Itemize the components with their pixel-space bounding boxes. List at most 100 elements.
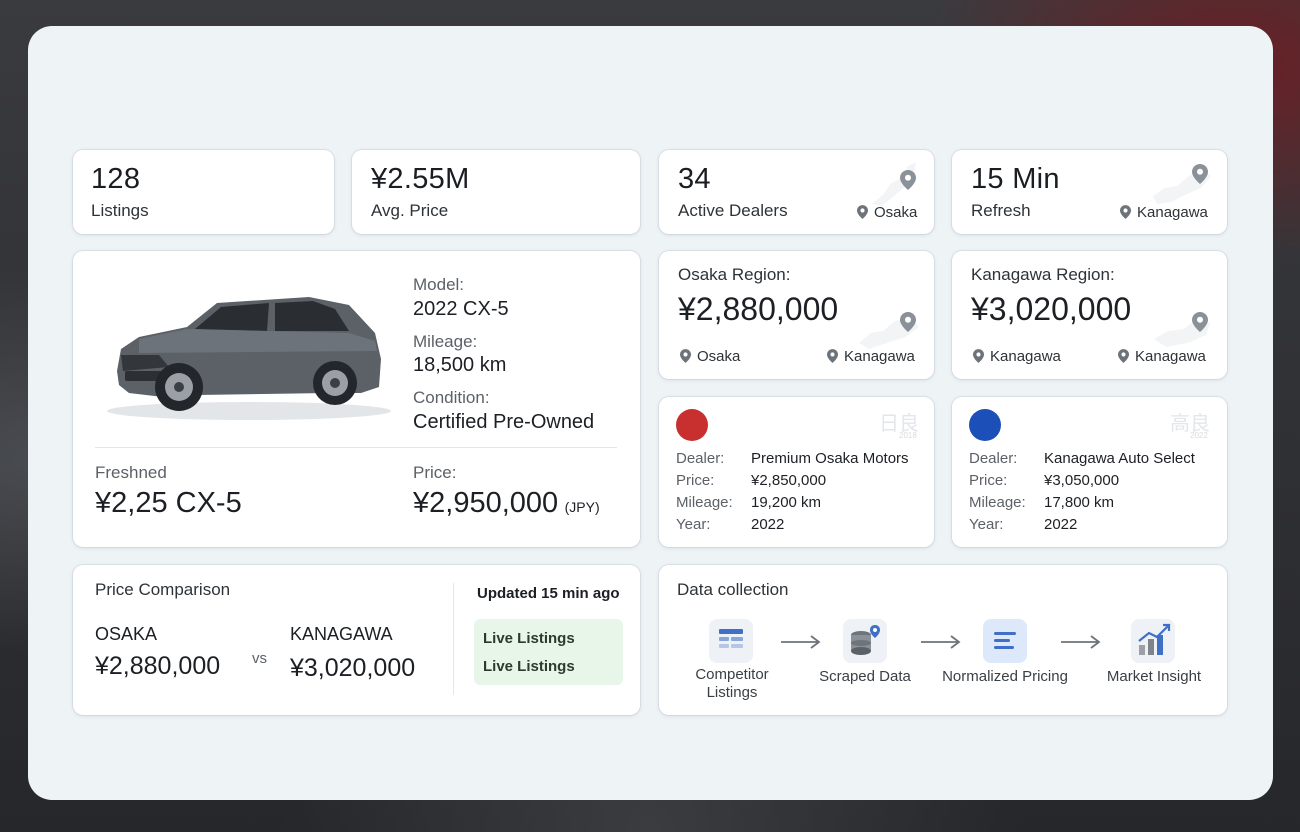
dealer-watermark-year: 2022 [1190, 431, 1208, 440]
region-title: Kanagawa Region: [971, 265, 1115, 284]
mileage-value: 18,500 km [413, 354, 507, 376]
map-pin-icon [1120, 205, 1131, 219]
region-price: ¥3,020,000 [971, 291, 1132, 327]
map-pin-icon [680, 349, 691, 363]
location-tag: Kanagawa [1118, 348, 1206, 365]
freshned-label: Freshned [95, 463, 167, 482]
car-image [107, 297, 391, 420]
stat-card-avg-price[interactable]: ¥2.55M Avg. Price [352, 150, 640, 234]
map-pin-icon [900, 170, 916, 190]
stat-value: ¥2.55M [371, 163, 470, 195]
data-collection-card[interactable]: Data collection Competitor Listings Scra… [659, 565, 1227, 715]
dealer-card-kanagawa[interactable]: 高良 2022 Dealer: Kanagawa Auto Select Pri… [952, 397, 1227, 547]
year-value: 2022 [1044, 516, 1078, 533]
price-amount: ¥2,950,000 [413, 487, 559, 519]
comparison-title: Price Comparison [95, 580, 231, 599]
stat-label: Active Dealers [678, 201, 788, 220]
year-label: Year: [969, 516, 1004, 533]
stat-card-listings[interactable]: 128 Listings [73, 150, 334, 234]
dealer-logo [969, 409, 1001, 441]
city-right: KANAGAWA [290, 624, 393, 644]
vs-label: vs [252, 650, 267, 667]
price-label: Price: [413, 463, 457, 482]
map-pin-icon [827, 349, 838, 363]
dealer-name: Kanagawa Auto Select [1044, 450, 1195, 467]
dealer-label: Dealer: [969, 450, 1018, 467]
stat-value: 34 [678, 163, 711, 195]
dealer-card-osaka[interactable]: 日良 2018 Dealer: Premium Osaka Motors Pri… [659, 397, 934, 547]
location-tag: Kanagawa [973, 348, 1061, 365]
map-pin-icon [857, 205, 868, 219]
location-name: Osaka [697, 348, 741, 365]
region-card-kanagawa[interactable]: Kanagawa Region: ¥3,020,000 Kanagawa Kan… [952, 251, 1227, 379]
mileage-value: 17,800 km [1044, 494, 1115, 511]
step-label: Normalized Pricing [942, 668, 1068, 685]
dealer-watermark-year: 2018 [899, 431, 917, 440]
database-icon [843, 619, 887, 663]
vertical-divider [453, 583, 454, 695]
currency-label: (JPY) [564, 499, 600, 515]
price-label: Price: [676, 472, 715, 489]
model-value: 2022 CX-5 [413, 298, 509, 320]
pipeline-step-scraped-data[interactable]: Scraped Data [817, 617, 913, 705]
year-value: 2022 [751, 516, 785, 533]
dealer-logo [676, 409, 708, 441]
arrow-right-icon [1061, 635, 1101, 649]
stat-value: 128 [91, 163, 141, 195]
listings-icon [709, 619, 753, 663]
mileage-value: 19,200 km [751, 494, 822, 511]
map-pin-icon [1192, 164, 1208, 184]
map-pin-icon [1118, 349, 1129, 363]
pipeline-step-listings[interactable]: Competitor Listings [691, 617, 773, 705]
location-tag: Kanagawa [827, 348, 915, 365]
stat-label: Listings [91, 201, 149, 220]
pipeline-step-normalized-pricing[interactable]: Normalized Pricing [935, 617, 1075, 705]
price-value: ¥3,050,000 [1044, 472, 1120, 489]
step-label: Market Insight [1106, 668, 1202, 685]
vehicle-card[interactable]: Model: 2022 CX-5 Mileage: 18,500 km Cond… [73, 251, 640, 547]
live-listings-link[interactable]: Live Listings [483, 630, 575, 647]
mileage-label: Mileage: [676, 494, 733, 511]
mileage-label: Mileage: [413, 332, 478, 351]
price-value: ¥2,950,000 (JPY) [413, 487, 600, 520]
price-value: ¥2,850,000 [751, 472, 827, 489]
location-tag: Osaka [680, 348, 740, 365]
map-pin-icon [1192, 312, 1208, 332]
growth-chart-icon [1131, 619, 1175, 663]
step-label: Scraped Data [819, 668, 911, 685]
location-tag: Kanagawa [1120, 204, 1208, 221]
region-title: Osaka Region: [678, 265, 791, 284]
region-card-osaka[interactable]: Osaka Region: ¥2,880,000 Osaka Kanagawa [659, 251, 934, 379]
region-price: ¥2,880,000 [678, 291, 839, 327]
location-name: Kanagawa [844, 348, 915, 365]
pipeline-step-market-insight[interactable]: Market Insight [1099, 617, 1209, 705]
condition-label: Condition: [413, 388, 490, 407]
freshned-value: ¥2,25 CX-5 [95, 487, 242, 519]
location-name: Kanagawa [990, 348, 1061, 365]
stat-label: Avg. Price [371, 201, 449, 220]
map-pin-icon [973, 349, 984, 363]
year-label: Year: [676, 516, 711, 533]
divider [95, 447, 617, 448]
dealer-name: Premium Osaka Motors [751, 450, 909, 467]
location-name: Osaka [874, 204, 918, 221]
dealer-label: Dealer: [676, 450, 725, 467]
location-name: Kanagawa [1137, 204, 1208, 221]
map-pin-icon [900, 312, 916, 332]
stat-card-refresh[interactable]: 15 Min Refresh Kanagawa [952, 150, 1227, 234]
price-label: Price: [969, 472, 1008, 489]
condition-value: Certified Pre-Owned [413, 411, 595, 433]
mileage-label: Mileage: [969, 494, 1026, 511]
step-label: Listings [706, 684, 758, 701]
price-comparison-card[interactable]: Price Comparison OSAKA ¥2,880,000 vs KAN… [73, 565, 640, 715]
stat-card-active-dealers[interactable]: 34 Active Dealers Osaka [659, 150, 934, 234]
price-left: ¥2,880,000 [95, 652, 221, 680]
stat-label: Refresh [971, 201, 1031, 220]
live-listings-box [474, 619, 623, 685]
model-label: Model: [413, 275, 465, 294]
pipeline-title: Data collection [677, 580, 789, 599]
step-label: Competitor [695, 666, 769, 683]
stat-value: 15 Min [971, 163, 1060, 195]
location-name: Kanagawa [1135, 348, 1206, 365]
live-listings-link[interactable]: Live Listings [483, 658, 575, 675]
